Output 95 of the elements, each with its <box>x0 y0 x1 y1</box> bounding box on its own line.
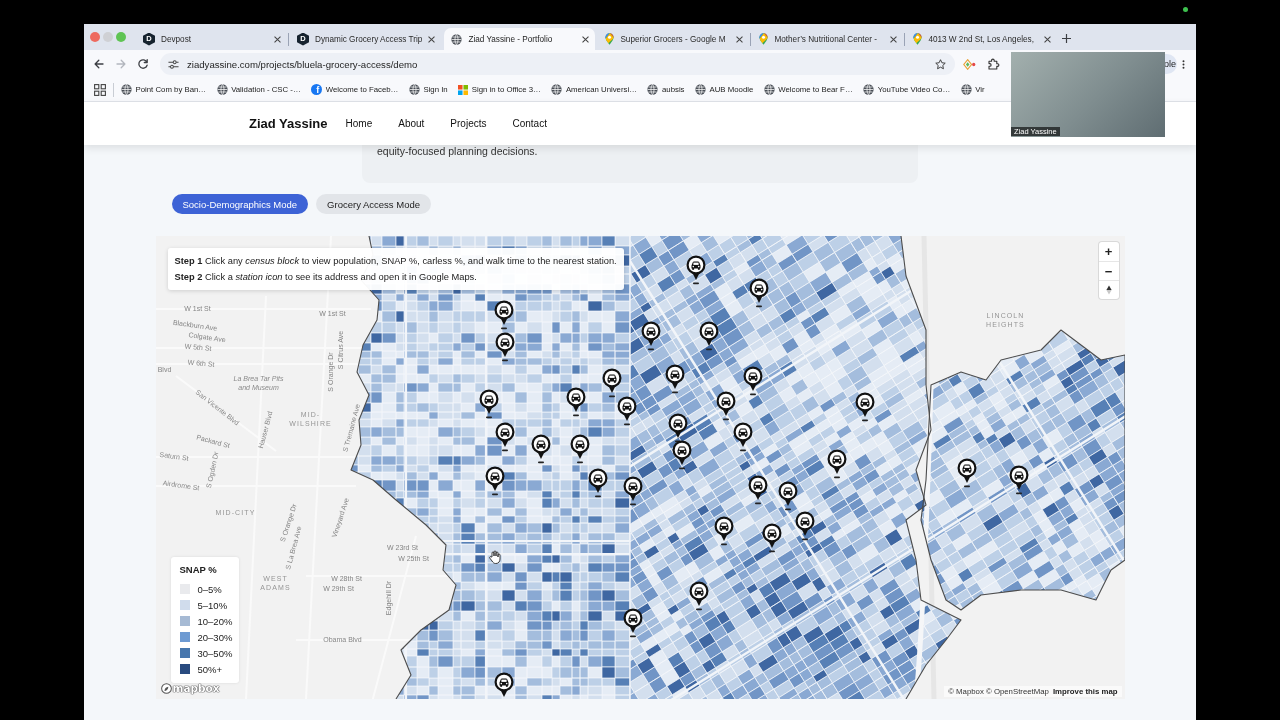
address-field[interactable]: ziadyassine.com/projects/bluela-grocery-access/demo <box>160 53 955 75</box>
globe-icon <box>551 84 563 95</box>
hand-cursor-icon <box>488 550 501 564</box>
car-pin-icon[interactable] <box>640 321 661 351</box>
legend-label: 20–30% <box>197 631 233 643</box>
car-pin-icon[interactable] <box>664 364 685 394</box>
legend-label: 5–10% <box>197 599 228 611</box>
legend-label: 30–50% <box>197 647 233 659</box>
puzzle-icon[interactable] <box>988 58 1000 70</box>
star-icon[interactable] <box>935 58 946 70</box>
close-icon[interactable] <box>582 35 590 43</box>
car-pin-icon[interactable] <box>761 523 782 553</box>
nav-link[interactable]: Home <box>345 118 373 129</box>
legend-label: 0–5% <box>197 583 222 595</box>
indicator-dot-icon <box>1183 7 1188 12</box>
site-brand[interactable]: Ziad Yassine <box>249 116 328 131</box>
car-pin-icon[interactable] <box>484 466 505 496</box>
map-pin-icon <box>605 33 615 45</box>
legend-label: 50%+ <box>197 663 223 675</box>
car-pin-icon[interactable] <box>826 449 847 479</box>
nav-link[interactable]: Projects <box>450 118 487 129</box>
round-logo-icon: f <box>311 84 323 95</box>
right-arrow-icon <box>115 58 127 70</box>
car-pin-icon[interactable] <box>956 458 977 488</box>
left-arrow-icon <box>93 58 105 70</box>
browser-tab[interactable]: 4013 W 2nd St, Los Angeles, <box>906 28 1058 50</box>
map-drawing[interactable] <box>155 236 1125 699</box>
reload-icon <box>137 58 149 70</box>
globe-icon <box>121 84 132 95</box>
globe-icon <box>695 84 706 95</box>
diamond-icon[interactable] <box>962 58 976 70</box>
car-pin-icon[interactable] <box>713 516 734 546</box>
car-pin-icon[interactable] <box>493 300 514 330</box>
nav-link[interactable]: About <box>398 118 425 129</box>
map-pin-icon <box>759 33 769 45</box>
car-pin-icon[interactable] <box>1008 465 1029 495</box>
grid-icon[interactable] <box>94 83 106 96</box>
car-pin-icon[interactable] <box>732 422 753 452</box>
car-pin-icon[interactable] <box>777 481 798 511</box>
car-pin-icon[interactable] <box>569 434 590 464</box>
globe-icon <box>647 84 659 95</box>
car-pin-icon[interactable] <box>715 391 736 421</box>
car-pin-icon[interactable] <box>688 581 709 611</box>
car-pin-icon[interactable] <box>671 440 692 470</box>
globe-icon <box>216 84 228 95</box>
instruction-text: Step 1 Click any census block to view population, SNAP %, carless %, and walk time to the nearest station. <box>174 255 617 268</box>
plus-icon[interactable] <box>1062 34 1072 43</box>
globe-icon <box>451 33 463 45</box>
car-pin-icon[interactable] <box>622 476 643 506</box>
close-icon[interactable] <box>890 35 898 43</box>
car-pin-icon[interactable] <box>530 434 551 464</box>
close-icon[interactable] <box>736 35 744 43</box>
zoom-out-button[interactable]: − <box>1098 261 1119 280</box>
car-pin-icon[interactable] <box>685 255 706 285</box>
car-pin-icon[interactable] <box>622 608 643 638</box>
intro-text: equity-focused planning decisions. <box>377 145 539 158</box>
car-pin-icon[interactable] <box>747 475 768 505</box>
mode-toggle-button[interactable]: Grocery Access Mode <box>316 194 431 214</box>
close-icon[interactable] <box>428 35 436 43</box>
more-icon[interactable] <box>1181 58 1185 70</box>
compass-icon <box>1105 285 1112 295</box>
car-pin-icon[interactable] <box>601 368 622 398</box>
car-pin-icon[interactable] <box>587 468 608 498</box>
zoom-in-button[interactable]: + <box>1098 242 1119 261</box>
car-pin-icon[interactable] <box>742 366 763 396</box>
logo-icon <box>160 682 172 694</box>
legend-label: 10–20% <box>197 615 233 627</box>
car-pin-icon[interactable] <box>616 396 637 426</box>
logo-link[interactable]: mapbox <box>160 682 220 694</box>
tune-icon[interactable] <box>168 58 179 70</box>
browser-tab[interactable]: Ziad Yassine - Portfolio <box>444 28 596 50</box>
globe-icon <box>408 84 420 95</box>
nav-link[interactable]: Contact <box>512 118 547 129</box>
browser-tab[interactable]: Mother’s Nutritional Center - <box>752 28 904 50</box>
car-pin-icon[interactable] <box>854 392 875 422</box>
close-icon[interactable] <box>274 35 281 43</box>
instruction-text: Step 2 Click a station icon to see its address and open it in Google Maps. <box>174 271 478 284</box>
map-pin-icon <box>913 33 923 45</box>
browser-tab[interactable]: Superior Grocers - Google M <box>598 28 750 50</box>
close-icon[interactable] <box>1044 35 1052 43</box>
car-pin-icon[interactable] <box>794 511 815 541</box>
globe-icon <box>863 84 875 95</box>
globe-icon <box>763 84 775 95</box>
tiles-icon <box>458 84 469 95</box>
globe-icon <box>960 84 972 95</box>
car-pin-icon[interactable] <box>667 413 688 443</box>
car-pin-icon[interactable] <box>565 387 586 417</box>
car-pin-icon[interactable] <box>748 278 769 308</box>
mode-toggle-button[interactable]: Socio-Demographics Mode <box>171 194 309 214</box>
car-pin-icon[interactable] <box>478 389 499 419</box>
car-pin-icon[interactable] <box>493 672 514 699</box>
car-pin-icon[interactable] <box>494 332 515 362</box>
legend-title: SNAP % <box>179 564 218 575</box>
car-pin-icon[interactable] <box>698 321 719 351</box>
car-pin-icon[interactable] <box>494 422 515 452</box>
